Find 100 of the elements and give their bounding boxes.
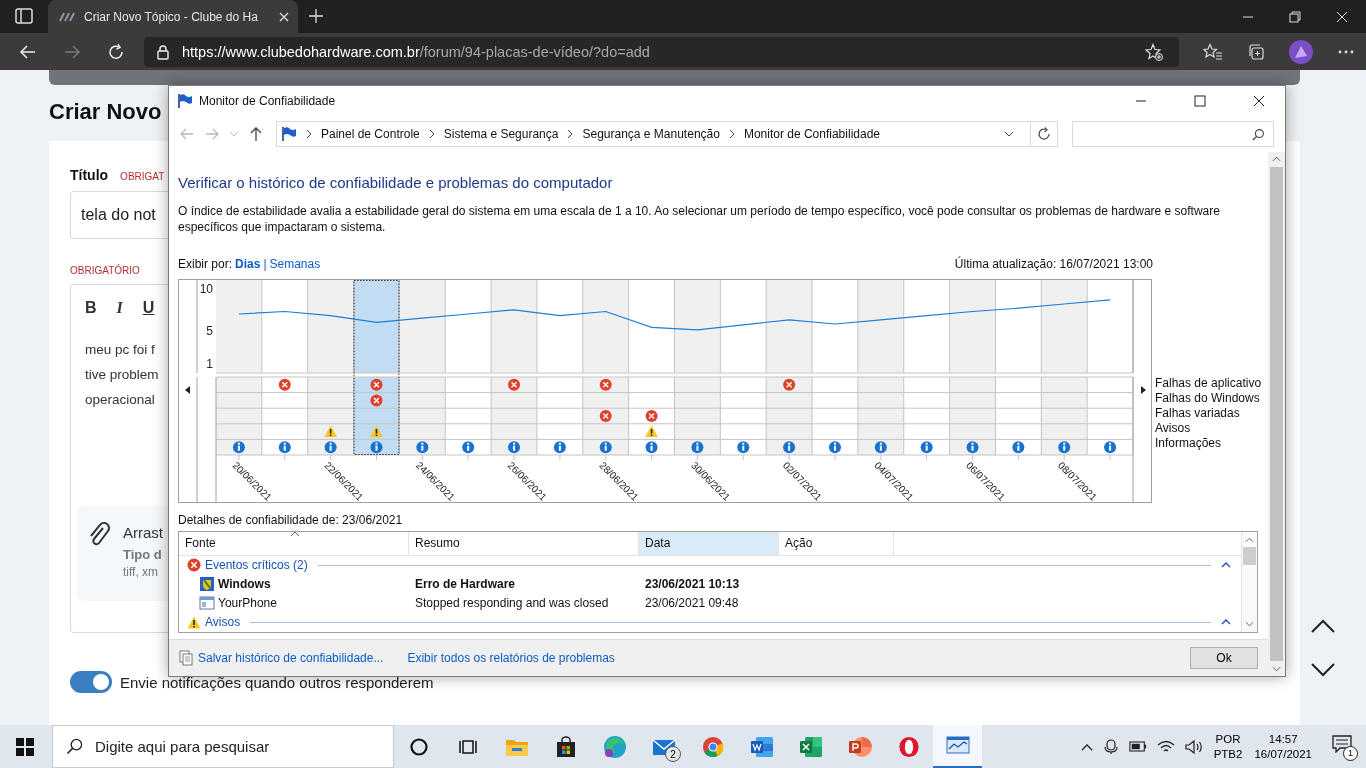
notify-toggle[interactable]: [70, 671, 112, 693]
browser-tab[interactable]: Criar Novo Tópico - Clube do Ha: [48, 0, 298, 33]
taskbar-search-field[interactable]: Digite aqui para pesquisar: [52, 725, 394, 768]
editor-box[interactable]: B I U meu pc foi f tive problem operacional Arrast Tipo d tiff, xm: [70, 284, 168, 633]
chevron-icon[interactable]: [728, 129, 735, 139]
chevron-icon[interactable]: [428, 129, 435, 139]
axis-label: 10: [199, 282, 213, 296]
day-column[interactable]: [399, 280, 446, 373]
info-icon: [462, 441, 475, 454]
start-icon[interactable]: [16, 737, 34, 756]
table-row[interactable]: YourPhone Stopped responding and was closed 23/06/2021 09:48: [179, 593, 1241, 613]
search-icon: [1252, 127, 1265, 141]
scroll-thumb[interactable]: [1243, 547, 1256, 565]
breadcrumb-item[interactable]: Sistema e Segurança: [443, 127, 559, 141]
language-indicator[interactable]: POR PTB2: [1213, 731, 1243, 762]
spreadsheet-app-icon: [798, 735, 823, 758]
required-label: OBRIGATÓRIO: [70, 265, 140, 276]
search-field[interactable]: [1072, 121, 1274, 147]
format-button[interactable]: U: [142, 299, 155, 317]
wifi-icon[interactable]: [1156, 739, 1175, 754]
up-icon[interactable]: [248, 126, 264, 142]
more-icon[interactable]: [1337, 48, 1355, 55]
breadcrumb-item[interactable]: Painel de Controle: [321, 127, 420, 141]
collections-icon[interactable]: [1247, 42, 1265, 61]
view-option-link[interactable]: Semanas: [269, 257, 321, 271]
page-heading: Verificar o histórico de confiabilidade e problemas do computador: [178, 174, 613, 191]
scrollbar[interactable]: [1268, 152, 1285, 676]
battery-icon[interactable]: [1128, 741, 1147, 752]
format-button[interactable]: I: [116, 299, 123, 317]
forward-icon[interactable]: [204, 126, 220, 142]
error-icon: [599, 410, 612, 422]
microphone-icon[interactable]: [1102, 738, 1119, 755]
language-code: PTB2: [1213, 746, 1243, 762]
new-tab-icon[interactable]: [308, 8, 324, 24]
column-header[interactable]: Data: [639, 532, 779, 555]
back-icon[interactable]: [19, 42, 37, 61]
clock[interactable]: 14:57 16/07/2021: [1254, 731, 1312, 762]
tab-actions-icon[interactable]: [14, 6, 34, 26]
scroll-up-icon[interactable]: [1310, 618, 1336, 634]
day-column[interactable]: [307, 280, 354, 373]
error-icon: [370, 394, 383, 407]
chevron-icon[interactable]: [567, 129, 574, 139]
field-label: Título: [70, 167, 109, 183]
search-icon: [66, 738, 83, 755]
scroll-thumb[interactable]: [1270, 167, 1283, 661]
info-icon: [416, 441, 429, 454]
error-icon: [278, 378, 291, 391]
breadcrumb-item[interactable]: Monitor de Confiabilidade: [743, 127, 880, 141]
restore-icon[interactable]: [1289, 11, 1301, 23]
address-bar[interactable]: https://www.clubedohardware.com.br/forum/94-placas-de-vídeo/?do=add: [144, 36, 1179, 67]
ok-button[interactable]: Ok: [1190, 647, 1258, 669]
scrollbar[interactable]: [1241, 532, 1257, 632]
monitor-app-icon: [945, 734, 970, 757]
sort-icon: [290, 531, 300, 537]
chevron-icon[interactable]: [306, 129, 312, 139]
volume-icon[interactable]: [1184, 738, 1203, 755]
group-header[interactable]: Eventos críticos (2): [205, 558, 308, 573]
notification-badge: 2: [665, 746, 681, 762]
footer-link[interactable]: Exibir todos os relatórios de problemas: [407, 651, 615, 665]
column-header[interactable]: Fonte: [179, 532, 409, 555]
column-header[interactable]: Ação: [779, 532, 894, 555]
scroll-right-icon[interactable]: [1141, 386, 1146, 394]
dropdown-icon[interactable]: [1004, 131, 1014, 137]
flag-icon: [281, 126, 297, 142]
profile-avatar[interactable]: [1289, 39, 1313, 64]
view-option-link[interactable]: Dias: [235, 257, 261, 271]
refresh-icon[interactable]: [107, 42, 125, 61]
caret-icon[interactable]: [229, 131, 239, 137]
ring-logo-icon: [897, 735, 920, 758]
axis-label: 1: [206, 357, 213, 371]
clock-date: 16/07/2021: [1254, 746, 1312, 762]
refresh-icon: [1037, 127, 1051, 141]
add-favorite-icon[interactable]: [1145, 42, 1163, 61]
breadcrumb-item[interactable]: Segurança e Manutenção: [582, 127, 720, 141]
maximize-icon[interactable]: [1194, 95, 1206, 107]
attachment-area[interactable]: Arrast Tipo d tiff, xm: [77, 506, 168, 601]
format-button[interactable]: B: [85, 299, 97, 317]
document-icon: [178, 650, 194, 666]
group-header[interactable]: Avisos: [205, 615, 241, 630]
attach-type-label: Tipo d: [123, 547, 163, 562]
taskbar-app[interactable]: 2: [639, 725, 688, 768]
scroll-down-icon[interactable]: [1310, 662, 1336, 678]
legend-label: Informações: [1155, 436, 1223, 451]
collapse-icon[interactable]: [1221, 619, 1231, 626]
required-label: OBRIGAT: [120, 171, 165, 182]
scroll-left-icon[interactable]: [185, 386, 190, 394]
collapse-icon[interactable]: [1221, 562, 1231, 569]
footer-link[interactable]: Salvar histórico de confiabilidade...: [198, 651, 384, 665]
close-icon[interactable]: [1253, 95, 1265, 107]
day-column[interactable]: [353, 280, 400, 373]
error-icon: [370, 378, 383, 391]
chevron-up-icon[interactable]: [1080, 742, 1093, 751]
error-icon: [645, 410, 658, 422]
favorites-icon[interactable]: [1203, 42, 1223, 61]
table-row[interactable]: Windows Erro de Hardware 23/06/2021 10:13: [179, 575, 1241, 594]
breadcrumb-bar[interactable]: Painel de Controle Sistema e Segurança Segurança e Manutenção Monitor de Confiabilidade: [276, 121, 1058, 147]
error-icon: [599, 378, 612, 391]
date-cell-text: 23/06/2021 09:48: [644, 596, 740, 611]
forward-icon[interactable]: [63, 42, 81, 61]
info-icon: [645, 441, 658, 454]
